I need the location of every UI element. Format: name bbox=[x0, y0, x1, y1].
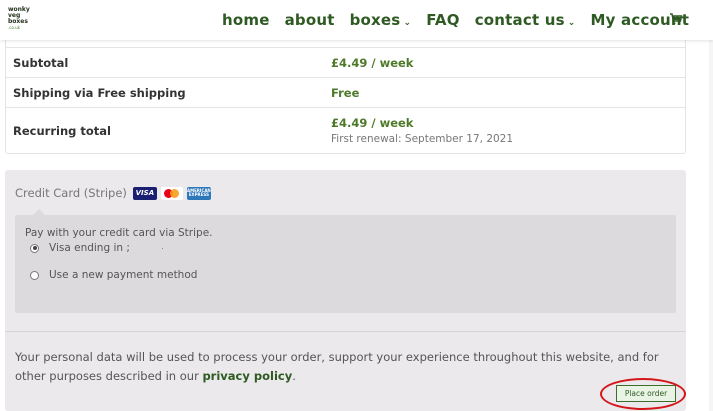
privacy-notice: Your personal data will be used to proce… bbox=[15, 348, 665, 386]
nav-item-boxes[interactable]: boxes ⌄ bbox=[350, 11, 412, 29]
privacy-policy-link[interactable]: privacy policy bbox=[202, 369, 292, 383]
new-payment-method-option[interactable]: Use a new payment method bbox=[30, 269, 197, 281]
table-row-subtotal: Subtotal £4.49 / week bbox=[6, 47, 685, 77]
payment-method-title: Credit Card (Stripe) bbox=[15, 186, 127, 200]
nav-item-about[interactable]: about bbox=[285, 11, 335, 29]
saved-card-radio[interactable] bbox=[30, 243, 39, 253]
subtotal-label: Subtotal bbox=[13, 55, 69, 70]
new-payment-method-label: Use a new payment method bbox=[49, 269, 198, 281]
cart-icon[interactable] bbox=[669, 12, 683, 26]
subtotal-value: £4.49 / week bbox=[331, 55, 414, 70]
nav-label: home bbox=[222, 11, 270, 29]
nav-item-home[interactable]: home bbox=[222, 11, 270, 29]
recurring-total-cell: £4.49 / week First renewal: September 17… bbox=[331, 116, 685, 145]
privacy-text: Your personal data will be used to proce… bbox=[15, 350, 659, 383]
nav-label: contact us bbox=[474, 11, 565, 29]
order-totals-table: Subtotal £4.49 / week Shipping via Free … bbox=[5, 30, 686, 154]
page-scrollbar[interactable] bbox=[709, 0, 713, 411]
shipping-label: Shipping via Free shipping bbox=[13, 85, 186, 100]
privacy-text-end: . bbox=[292, 369, 296, 383]
divider bbox=[5, 331, 686, 332]
amex-icon: AMERICAN EXPRESS bbox=[186, 186, 211, 200]
visa-icon: VISA bbox=[132, 186, 157, 200]
chevron-down-icon: ⌄ bbox=[567, 18, 576, 28]
recurring-total-value: £4.49 / week bbox=[331, 116, 414, 130]
site-header: wonky veg boxes .co.uk home about boxes ⌄… bbox=[0, 0, 713, 40]
nav-label: FAQ bbox=[426, 11, 460, 29]
payment-method-stripe[interactable]: Credit Card (Stripe) VISA AMERICAN EXPRE… bbox=[15, 186, 215, 200]
payment-box: Pay with your credit card via Stripe. Vi… bbox=[15, 209, 676, 313]
saved-card-label: Visa ending in ; bbox=[49, 242, 130, 254]
site-logo[interactable]: wonky veg boxes .co.uk bbox=[8, 7, 34, 31]
place-order-button[interactable]: Place order bbox=[616, 385, 676, 402]
shipping-value: Free bbox=[331, 85, 360, 100]
saved-card-option[interactable]: Visa ending in ; bbox=[30, 242, 163, 254]
nav-label: boxes bbox=[349, 11, 401, 29]
main-nav: home about boxes ⌄ FAQ contact us ⌄ My acc… bbox=[222, 8, 704, 32]
payment-section: Credit Card (Stripe) VISA AMERICAN EXPRE… bbox=[5, 170, 686, 411]
table-row-shipping: Shipping via Free shipping Free bbox=[6, 77, 685, 107]
nav-item-contact-us[interactable]: contact us ⌄ bbox=[475, 11, 576, 29]
mastercard-icon bbox=[160, 186, 183, 200]
table-row-recurring: Recurring total £4.49 / week First renew… bbox=[6, 107, 685, 153]
masked-card-digits bbox=[161, 247, 163, 249]
new-payment-method-radio[interactable] bbox=[30, 270, 39, 280]
chevron-down-icon: ⌄ bbox=[403, 18, 412, 28]
recurring-total-label: Recurring total bbox=[13, 123, 111, 138]
payment-description: Pay with your credit card via Stripe. bbox=[25, 227, 213, 239]
first-renewal-date: First renewal: September 17, 2021 bbox=[331, 133, 514, 145]
nav-label: about bbox=[284, 11, 335, 29]
logo-line-4: .co.uk bbox=[8, 25, 20, 30]
nav-item-faq[interactable]: FAQ bbox=[426, 11, 460, 29]
